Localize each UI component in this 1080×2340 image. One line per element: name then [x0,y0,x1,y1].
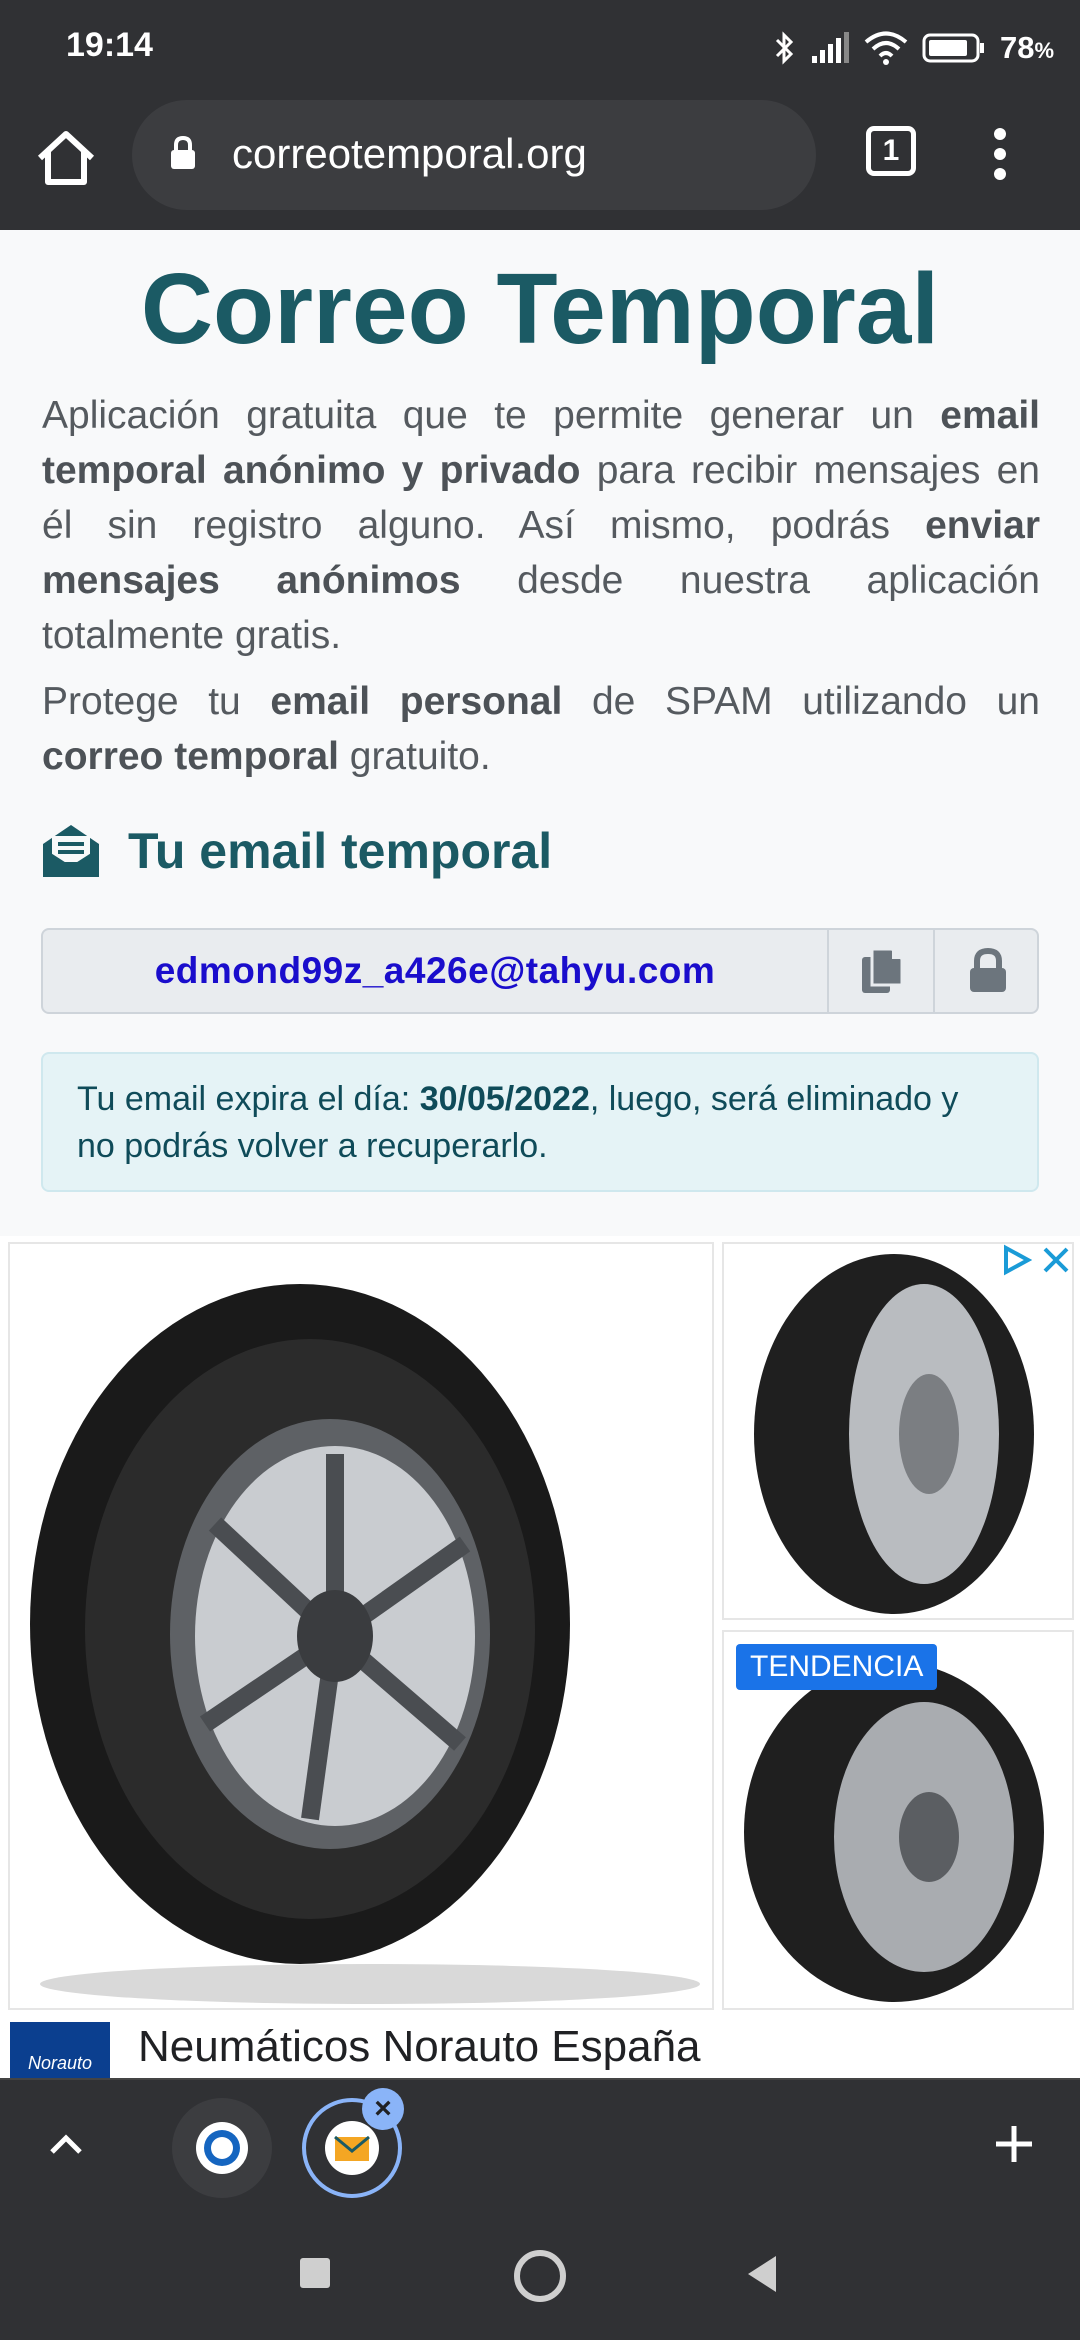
recents-button[interactable] [300,2258,330,2288]
web-page: Correo Temporal Aplicación gratuita que … [0,230,1080,2078]
address-bar[interactable]: correotemporal.org [132,100,816,210]
tire-thumb-1-image [754,1254,1034,1614]
temp-email-field[interactable]: edmond99z_a426e@tahyu.com [43,930,827,1012]
chevron-up-icon[interactable] [44,2122,88,2166]
expiry-notice: Tu email expira el día: 30/05/2022, lueg… [41,1052,1039,1192]
mail-favicon-icon [325,2121,379,2175]
tab-close-button[interactable]: × [362,2088,404,2130]
status-time: 19:14 [66,26,153,64]
tire-image [30,1284,700,2004]
ad-thumb-1[interactable] [722,1242,1074,1620]
padlock-icon [970,948,1006,992]
adchoices-icon[interactable] [1000,1244,1032,1276]
ad-thumb-2[interactable]: TENDENCIA [722,1630,1074,2010]
page-title: Correo Temporal [140,253,940,365]
add-tab-icon[interactable] [990,2120,1038,2168]
trending-badge: TENDENCIA [736,1644,938,1690]
status-icons: 78% [774,24,1054,72]
intro-paragraph: Aplicación gratuita que te permite gener… [42,394,1040,657]
battery-level: 78% [999,30,1054,65]
lock-button[interactable] [933,930,1037,1012]
url-text: correotemporal.org [232,130,587,177]
tab-favicon-1[interactable] [172,2098,272,2198]
protect-paragraph: Protege tu email personal de SPAM utiliz… [42,680,1041,778]
ad-main-image[interactable] [8,1242,714,2010]
site-favicon-icon [196,2122,248,2174]
battery-icon [922,33,984,63]
bluetooth-icon [775,31,794,65]
advertiser-logo: Norauto [10,2022,110,2078]
tab-switcher-button[interactable]: 1 [866,126,916,176]
email-input-group: edmond99z_a426e@tahyu.com [41,928,1039,1014]
mail-envelope-icon [43,825,99,877]
lock-icon [171,136,195,169]
section-title: Tu email temporal [128,823,553,879]
system-nav-bar [0,2210,1080,2340]
copy-icon [862,947,904,993]
signal-icon [811,32,849,63]
more-menu-icon[interactable] [980,126,1020,182]
copy-button[interactable] [827,930,935,1012]
browser-toolbar: correotemporal.org 1 [0,96,1080,230]
ad-headline[interactable]: Neumáticos Norauto España [138,2022,701,2072]
tab-group-strip: × [0,2078,1080,2212]
wifi-icon [864,31,908,65]
back-icon[interactable] [744,2254,780,2294]
section-header: Tu email temporal [40,822,552,880]
close-icon[interactable] [1040,1244,1072,1276]
home-nav-button[interactable] [514,2250,566,2302]
home-icon[interactable] [30,122,102,194]
status-bar: 19:14 78% [0,0,1080,96]
advertisement[interactable]: TENDENCIA Norauto Neumáticos Norauto Esp… [0,1236,1080,2078]
